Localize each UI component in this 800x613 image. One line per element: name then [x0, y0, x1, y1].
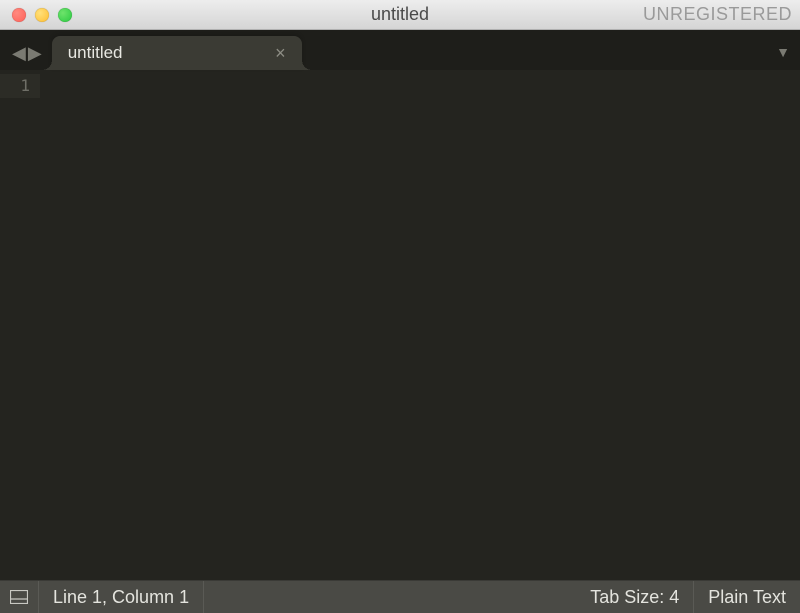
- line-number: 1: [0, 74, 40, 98]
- panel-icon: [10, 590, 28, 604]
- window-zoom-button[interactable]: [58, 8, 72, 22]
- tab-bar: ◀ ▶ untitled × ▼: [0, 30, 800, 70]
- close-tab-icon[interactable]: ×: [271, 43, 290, 64]
- status-cursor-position[interactable]: Line 1, Column 1: [39, 581, 204, 613]
- editor-area: 1: [0, 70, 800, 580]
- window-titlebar: untitled UNREGISTERED: [0, 0, 800, 30]
- nav-back-icon[interactable]: ◀: [12, 44, 26, 62]
- window-close-button[interactable]: [12, 8, 26, 22]
- tab-dropdown-icon[interactable]: ▼: [776, 44, 790, 60]
- status-tab-size[interactable]: Tab Size: 4: [576, 581, 694, 613]
- tab-untitled[interactable]: untitled ×: [52, 36, 302, 70]
- editor-text-area[interactable]: [40, 70, 800, 580]
- tab-title: untitled: [68, 43, 271, 63]
- nav-forward-icon[interactable]: ▶: [28, 44, 42, 62]
- registration-status: UNREGISTERED: [643, 4, 792, 25]
- line-number-gutter: 1: [0, 70, 40, 580]
- panel-switcher-button[interactable]: [0, 581, 39, 613]
- status-syntax[interactable]: Plain Text: [694, 581, 800, 613]
- status-bar: Line 1, Column 1 Tab Size: 4 Plain Text: [0, 580, 800, 613]
- window-minimize-button[interactable]: [35, 8, 49, 22]
- window-title: untitled: [371, 4, 429, 25]
- window-controls: [0, 8, 72, 22]
